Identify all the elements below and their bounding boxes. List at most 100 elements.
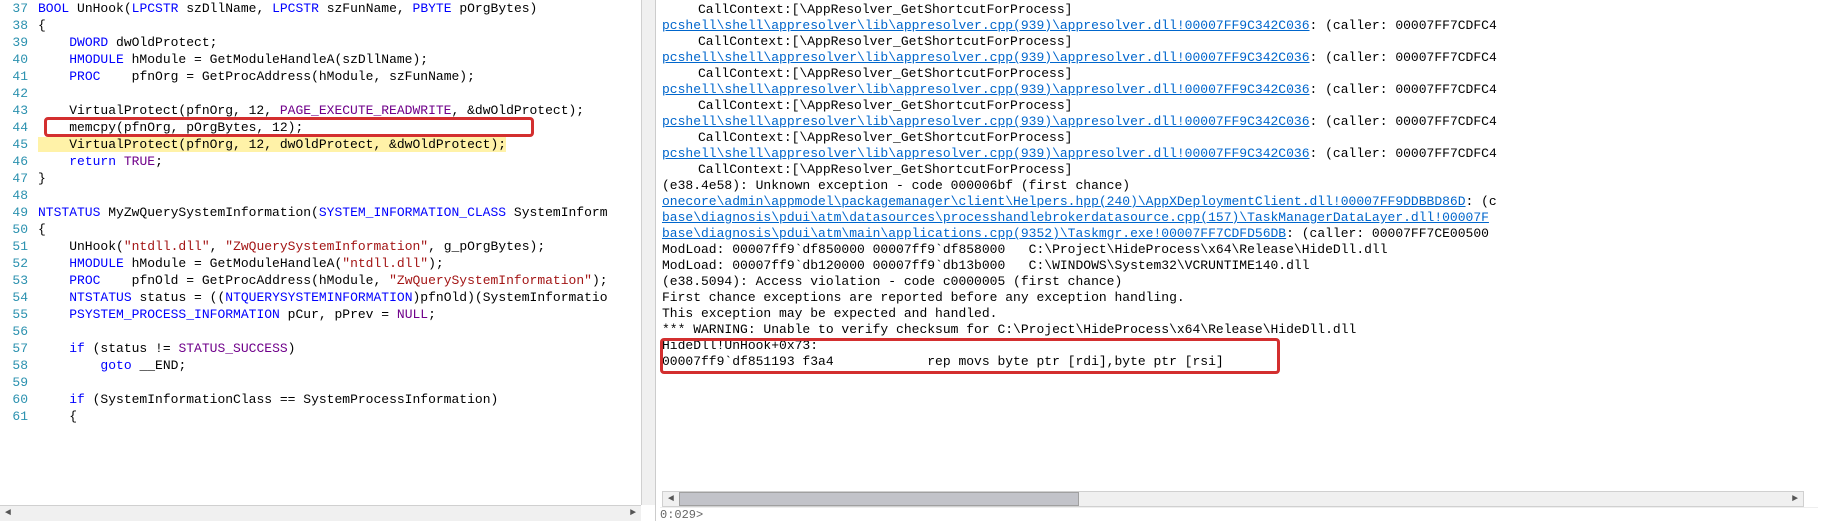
debug-text: (e38.5094): Access violation - code c000… — [662, 274, 1122, 289]
source-link[interactable]: pcshell\shell\appresolver\lib\appresolve… — [662, 114, 1310, 129]
code-token: { — [38, 18, 46, 33]
code-line[interactable]: VirtualProtect(pfnOrg, 12, PAGE_EXECUTE_… — [38, 102, 655, 119]
scroll-left-arrow[interactable]: ◄ — [0, 508, 16, 519]
code-editor-pane: 3738394041424344454647484950515253545556… — [0, 0, 656, 521]
horizontal-scrollbar[interactable]: ◄ ► — [0, 505, 641, 521]
source-link[interactable]: onecore\admin\appmodel\packagemanager\cl… — [662, 194, 1466, 209]
source-link[interactable]: pcshell\shell\appresolver\lib\appresolve… — [662, 18, 1310, 33]
line-number: 38 — [0, 17, 28, 34]
code-token — [38, 256, 69, 271]
code-line[interactable]: { — [38, 408, 655, 425]
code-line[interactable] — [38, 85, 655, 102]
scroll-left-arrow[interactable]: ◄ — [663, 492, 679, 506]
code-token: MyZwQuerySystemInformation( — [100, 205, 318, 220]
code-line[interactable]: UnHook("ntdll.dll", "ZwQuerySystemInform… — [38, 238, 655, 255]
debug-text: : (caller: 00007FF7CDFC4 — [1310, 18, 1497, 33]
debugger-output[interactable]: CallContext:[\AppResolver_GetShortcutFor… — [656, 0, 1822, 491]
code-line[interactable]: DWORD dwOldProtect; — [38, 34, 655, 51]
debug-line: (e38.5094): Access violation - code c000… — [662, 274, 1816, 290]
line-number: 55 — [0, 306, 28, 323]
code-lines[interactable]: BOOL UnHook(LPCSTR szDllName, LPCSTR szF… — [34, 0, 655, 521]
code-line[interactable]: { — [38, 221, 655, 238]
debug-line: pcshell\shell\appresolver\lib\appresolve… — [662, 114, 1816, 130]
code-line[interactable]: NTSTATUS status = ((NTQUERYSYSTEMINFORMA… — [38, 289, 655, 306]
code-token — [38, 358, 100, 373]
code-area[interactable]: 3738394041424344454647484950515253545556… — [0, 0, 655, 521]
debug-text: CallContext:[\AppResolver_GetShortcutFor… — [698, 2, 1072, 17]
debugger-prompt[interactable]: 0:029> — [660, 507, 1818, 521]
vertical-scrollbar[interactable] — [641, 0, 655, 505]
line-number: 46 — [0, 153, 28, 170]
code-token — [38, 273, 69, 288]
code-line[interactable]: VirtualProtect(pfnOrg, 12, dwOldProtect,… — [38, 136, 655, 153]
code-token: goto — [100, 358, 131, 373]
code-line[interactable]: PROC pfnOld = GetProcAddress(hModule, "Z… — [38, 272, 655, 289]
source-link[interactable]: pcshell\shell\appresolver\lib\appresolve… — [662, 50, 1310, 65]
debug-line: This exception may be expected and handl… — [662, 306, 1816, 322]
line-number: 54 — [0, 289, 28, 306]
code-line[interactable]: } — [38, 170, 655, 187]
code-line[interactable]: if (status != STATUS_SUCCESS) — [38, 340, 655, 357]
scroll-right-arrow[interactable]: ► — [1787, 492, 1803, 506]
code-token: UnHook( — [38, 239, 124, 254]
code-token: BOOL — [38, 1, 69, 16]
line-number: 44 — [0, 119, 28, 136]
code-line[interactable]: PSYSTEM_PROCESS_INFORMATION pCur, pPrev … — [38, 306, 655, 323]
code-token: if — [69, 341, 85, 356]
code-line[interactable]: memcpy(pfnOrg, pOrgBytes, 12); — [38, 119, 655, 136]
code-token: ; — [428, 307, 436, 322]
code-token: { — [38, 409, 77, 424]
code-token: dwOldProtect; — [108, 35, 217, 50]
source-link[interactable]: pcshell\shell\appresolver\lib\appresolve… — [662, 146, 1310, 161]
code-token: (SystemInformationClass == SystemProcess… — [85, 392, 498, 407]
code-token: pOrgBytes) — [452, 1, 538, 16]
horizontal-scrollbar[interactable]: ◄ ► — [662, 491, 1804, 507]
code-line[interactable]: HMODULE hModule = GetModuleHandleA("ntdl… — [38, 255, 655, 272]
code-line[interactable] — [38, 374, 655, 391]
code-line[interactable] — [38, 323, 655, 340]
code-token: (status != — [85, 341, 179, 356]
code-token: szFunName, — [319, 1, 413, 16]
debug-line: pcshell\shell\appresolver\lib\appresolve… — [662, 18, 1816, 34]
line-number: 41 — [0, 68, 28, 85]
code-token: STATUS_SUCCESS — [178, 341, 287, 356]
code-token: status = (( — [132, 290, 226, 305]
code-line[interactable]: if (SystemInformationClass == SystemProc… — [38, 391, 655, 408]
code-line[interactable]: HMODULE hModule = GetModuleHandleA(szDll… — [38, 51, 655, 68]
line-number: 48 — [0, 187, 28, 204]
code-token: NTSTATUS — [38, 205, 100, 220]
debug-text: ModLoad: 00007ff9`db120000 00007ff9`db13… — [662, 258, 1310, 273]
code-token — [38, 154, 69, 169]
code-line[interactable]: goto __END; — [38, 357, 655, 374]
source-link[interactable]: pcshell\shell\appresolver\lib\appresolve… — [662, 82, 1310, 97]
code-line[interactable] — [38, 187, 655, 204]
scrollbar-track[interactable] — [679, 492, 1787, 506]
line-number: 49 — [0, 204, 28, 221]
debug-text: This exception may be expected and handl… — [662, 306, 997, 321]
code-line[interactable]: return TRUE; — [38, 153, 655, 170]
code-line[interactable]: { — [38, 17, 655, 34]
code-token: memcpy(pfnOrg, pOrgBytes, 12); — [38, 120, 303, 135]
scroll-right-arrow[interactable]: ► — [625, 508, 641, 519]
line-number: 42 — [0, 85, 28, 102]
source-link[interactable]: base\diagnosis\pdui\atm\datasources\proc… — [662, 210, 1489, 225]
debug-line: base\diagnosis\pdui\atm\datasources\proc… — [662, 210, 1816, 226]
line-number: 52 — [0, 255, 28, 272]
code-token — [38, 35, 69, 50]
debug-line: pcshell\shell\appresolver\lib\appresolve… — [662, 146, 1816, 162]
code-line[interactable]: BOOL UnHook(LPCSTR szDllName, LPCSTR szF… — [38, 0, 655, 17]
source-link[interactable]: base\diagnosis\pdui\atm\main\application… — [662, 226, 1286, 241]
code-line[interactable]: PROC pfnOrg = GetProcAddress(hModule, sz… — [38, 68, 655, 85]
line-number: 57 — [0, 340, 28, 357]
debug-line: onecore\admin\appmodel\packagemanager\cl… — [662, 194, 1816, 210]
code-token: TRUE — [124, 154, 155, 169]
code-token: , — [210, 239, 226, 254]
code-token — [116, 154, 124, 169]
debug-text: : (caller: 00007FF7CDFC4 — [1310, 146, 1497, 161]
code-token: NULL — [397, 307, 428, 322]
line-number: 56 — [0, 323, 28, 340]
code-token — [38, 69, 69, 84]
scrollbar-thumb[interactable] — [679, 492, 1079, 506]
code-line[interactable]: NTSTATUS MyZwQuerySystemInformation(SYST… — [38, 204, 655, 221]
debug-text: CallContext:[\AppResolver_GetShortcutFor… — [698, 130, 1072, 145]
